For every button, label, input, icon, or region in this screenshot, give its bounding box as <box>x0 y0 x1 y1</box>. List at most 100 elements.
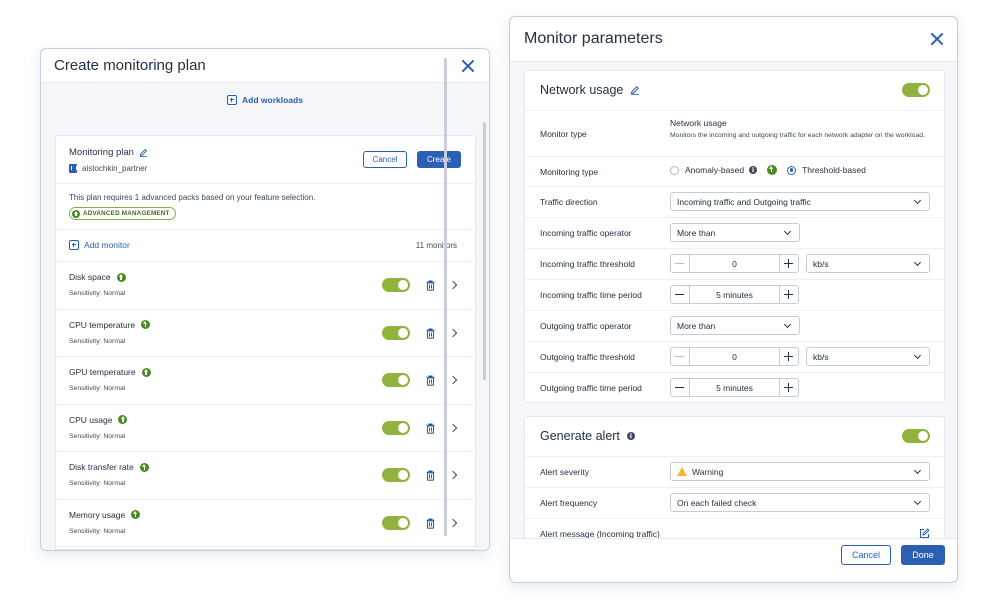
monitor-item-memory-usage[interactable]: Memory usage Sensitivity: Normal <box>56 500 475 547</box>
decrement-button[interactable] <box>671 255 689 272</box>
advanced-management-badge: ADVANCED MANAGEMENT <box>69 207 176 220</box>
increment-button[interactable] <box>780 255 798 272</box>
add-square-icon <box>69 240 79 250</box>
organization-icon <box>69 164 77 173</box>
outgoing-threshold-stepper[interactable]: 0 <box>670 347 799 366</box>
incoming-operator-select[interactable]: More than <box>670 223 800 242</box>
outgoing-period-label: Outgoing traffic time period <box>540 383 642 393</box>
traffic-direction-select[interactable]: Incoming traffic and Outgoing traffic <box>670 192 930 211</box>
add-monitor-link[interactable]: Add monitor <box>69 240 130 250</box>
incoming-period-stepper[interactable]: 5 minutes <box>670 285 799 304</box>
monitor-name-label: Memory usage <box>69 509 126 520</box>
pencil-icon[interactable] <box>139 148 148 157</box>
right-scrollbar[interactable] <box>444 58 447 536</box>
section-title: Generate alert i <box>540 429 635 443</box>
radio-anomaly-based[interactable] <box>670 165 679 175</box>
upgrade-arrow-icon <box>118 415 128 424</box>
chevron-down-icon <box>913 497 922 506</box>
trash-icon[interactable] <box>426 280 435 291</box>
info-icon[interactable]: i <box>626 432 635 440</box>
monitor-toggle[interactable] <box>382 373 410 387</box>
incoming-period-value[interactable]: 5 minutes <box>689 286 780 303</box>
monitor-toggle[interactable] <box>382 515 410 530</box>
chevron-right-icon[interactable] <box>448 423 458 432</box>
chevron-right-icon[interactable] <box>448 280 458 290</box>
cancel-button[interactable]: Cancel <box>363 151 407 168</box>
incoming-unit-select[interactable]: kb/s <box>806 254 930 273</box>
plan-header: Monitoring plan aistochkin_partner Cance… <box>56 136 475 184</box>
chevron-right-icon[interactable] <box>448 470 458 480</box>
incoming-threshold-value[interactable]: 0 <box>689 255 780 272</box>
close-icon[interactable] <box>930 32 944 46</box>
monitor-type-value: Network usage <box>670 118 727 128</box>
done-button[interactable]: Done <box>901 545 945 565</box>
pencil-icon[interactable] <box>630 85 640 95</box>
alert-frequency-label: Alert frequency <box>540 498 598 508</box>
chevron-right-icon[interactable] <box>448 518 458 527</box>
alert-severity-label: Alert severity <box>540 467 590 477</box>
outgoing-period-value[interactable]: 5 minutes <box>689 379 780 396</box>
incoming-operator-label: Incoming traffic operator <box>540 228 632 238</box>
warning-icon <box>677 467 687 476</box>
create-button[interactable]: Create <box>417 151 461 168</box>
trash-icon[interactable] <box>426 470 435 481</box>
dialog-header: Monitor parameters <box>510 17 957 61</box>
monitor-toggle[interactable] <box>382 325 410 340</box>
monitor-toggle[interactable] <box>382 278 410 292</box>
add-monitor-row: Add monitor 11 monitors <box>56 230 475 262</box>
monitor-item-gpu-temperature[interactable]: GPU temperature Sensitivity: Normal <box>56 357 475 405</box>
chevron-down-icon <box>783 320 792 329</box>
monitor-toggle[interactable] <box>382 420 410 435</box>
decrement-button[interactable] <box>671 348 689 365</box>
increment-button[interactable] <box>780 286 798 303</box>
add-workloads-label: Add workloads <box>242 95 303 105</box>
incoming-threshold-stepper[interactable]: 0 <box>670 254 799 273</box>
generate-alert-toggle[interactable] <box>902 429 930 443</box>
monitor-toggle[interactable] <box>382 468 410 482</box>
left-scrollbar[interactable] <box>483 122 486 380</box>
increment-button[interactable] <box>780 348 798 365</box>
radio-threshold-based[interactable] <box>787 165 797 175</box>
monitor-name: Disk space <box>69 272 126 282</box>
alert-severity-select[interactable]: Warning <box>670 462 930 481</box>
trash-icon[interactable] <box>426 423 435 434</box>
decrement-button[interactable] <box>671 286 689 303</box>
incoming-period-label: Incoming traffic time period <box>540 290 642 300</box>
outgoing-threshold-row: Outgoing traffic threshold 0 kb/s <box>525 342 944 373</box>
trash-icon[interactable] <box>426 328 435 339</box>
network-usage-toggle[interactable] <box>902 83 930 97</box>
outgoing-unit-select[interactable]: kb/s <box>806 347 930 366</box>
section-header: Network usage <box>525 71 944 111</box>
alert-frequency-select[interactable]: On each failed check <box>670 493 930 512</box>
close-icon[interactable] <box>461 59 475 73</box>
section-title-label: Generate alert <box>540 429 620 443</box>
monitor-name: CPU temperature <box>69 320 151 330</box>
add-workloads-link[interactable]: Add workloads <box>41 83 489 117</box>
add-square-icon <box>227 95 238 105</box>
monitor-type-description: Monitors the incoming and outgoing traff… <box>670 132 925 139</box>
monitor-name-label: Disk transfer rate <box>69 462 134 472</box>
decrement-button[interactable] <box>671 379 689 396</box>
increment-button[interactable] <box>780 379 798 396</box>
trash-icon[interactable] <box>426 375 435 386</box>
chevron-right-icon[interactable] <box>448 328 458 337</box>
dialog-footer: Cancel Done <box>510 538 957 582</box>
plan-name-label: Monitoring plan <box>69 147 134 158</box>
monitor-item-cpu-temperature[interactable]: CPU temperature Sensitivity: Normal <box>56 310 475 357</box>
monitor-sensitivity: Sensitivity: Normal <box>69 527 126 535</box>
section-title-label: Network usage <box>540 83 624 97</box>
outgoing-period-stepper[interactable]: 5 minutes <box>670 378 799 397</box>
upgrade-arrow-icon <box>141 320 151 329</box>
outgoing-threshold-value[interactable]: 0 <box>689 348 780 365</box>
alert-message-row: Alert message (Incoming traffic) <box>525 519 944 538</box>
monitor-item-disk-transfer-rate[interactable]: Disk transfer rate Sensitivity: Normal <box>56 452 475 500</box>
monitor-item-disk-space[interactable]: Disk space Sensitivity: Normal <box>56 262 475 310</box>
cancel-button[interactable]: Cancel <box>841 545 891 565</box>
info-icon[interactable]: i <box>749 166 758 174</box>
trash-icon[interactable] <box>426 518 435 529</box>
monitoring-type-radios: Anomaly-based i Threshold-based <box>670 165 866 175</box>
outgoing-operator-select[interactable]: More than <box>670 316 800 335</box>
monitor-name: CPU usage <box>69 415 128 425</box>
chevron-right-icon[interactable] <box>448 375 458 385</box>
monitor-item-cpu-usage[interactable]: CPU usage Sensitivity: Normal <box>56 405 475 452</box>
